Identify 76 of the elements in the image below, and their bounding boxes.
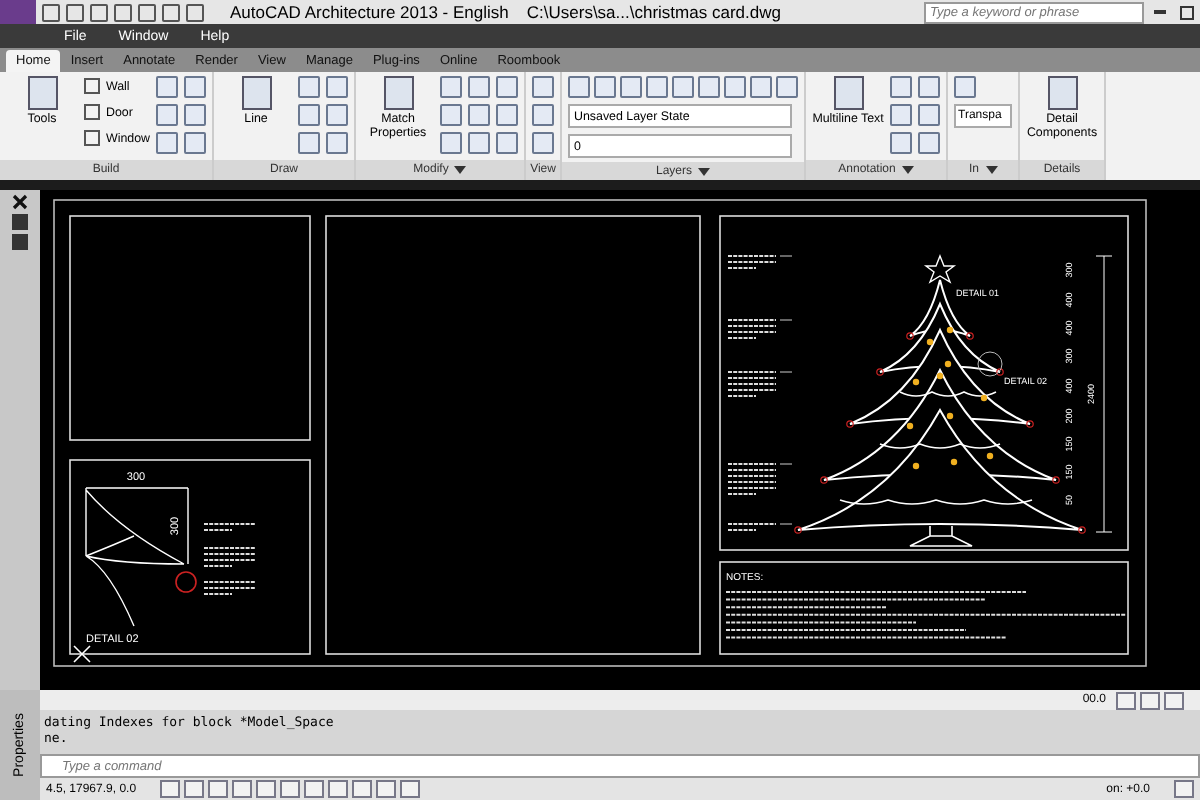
leader-line — [779, 371, 793, 373]
layer-tool-icon[interactable] — [646, 76, 669, 98]
tool-icon[interactable] — [918, 132, 941, 154]
tool-icon[interactable] — [890, 104, 913, 126]
ball-circle — [175, 571, 197, 593]
leader-line — [779, 523, 793, 525]
caret-icon[interactable] — [454, 166, 467, 174]
restore-icon[interactable] — [1176, 3, 1196, 21]
leader-line — [779, 255, 793, 257]
fine-print-drawing — [203, 523, 257, 531]
tool-icon[interactable] — [496, 132, 519, 154]
layer-tool-icon[interactable] — [750, 76, 773, 98]
fine-print-drawing — [727, 523, 777, 531]
status-tool-icon[interactable] — [1174, 780, 1194, 798]
tool-icon[interactable] — [440, 132, 463, 154]
status-toggle-icon[interactable] — [232, 780, 253, 798]
status-toggle-icon[interactable] — [352, 780, 373, 798]
fine-print-drawing — [203, 581, 257, 595]
tool-icon[interactable] — [298, 76, 321, 98]
tool-icon[interactable] — [532, 104, 555, 126]
tool-icon[interactable] — [468, 132, 491, 154]
tool-icon[interactable] — [326, 76, 349, 98]
layer-tool-icon[interactable] — [568, 76, 591, 98]
caret-icon[interactable] — [698, 167, 711, 175]
tool-icon[interactable] — [918, 76, 941, 98]
tool-icon[interactable] — [496, 76, 519, 98]
layer-tool-icon[interactable] — [672, 76, 695, 98]
tool-icon[interactable] — [326, 104, 349, 126]
tool-icon[interactable] — [156, 76, 179, 98]
caret-icon[interactable] — [985, 166, 998, 174]
status-toggle-icon[interactable] — [376, 780, 397, 798]
fine-print-drawing — [727, 319, 777, 339]
layer-tool-icon[interactable] — [698, 76, 721, 98]
tool-icon[interactable] — [532, 132, 555, 154]
fine-print-drawing — [727, 371, 777, 397]
status-toggle-icon[interactable] — [328, 780, 349, 798]
tool-icon[interactable] — [496, 104, 519, 126]
layer-tool-icon[interactable] — [620, 76, 643, 98]
tool-icon[interactable] — [156, 104, 179, 126]
fine-print-drawing — [203, 547, 257, 567]
status-toggle-icon[interactable] — [184, 780, 205, 798]
close-icon[interactable] — [12, 194, 28, 210]
branch-detail-drawing — [85, 487, 189, 627]
status-toggle-icon[interactable] — [280, 780, 301, 798]
status-toggle-icon[interactable] — [160, 780, 181, 798]
tool-icon[interactable] — [298, 132, 321, 154]
caret-icon[interactable] — [901, 166, 914, 174]
tool-icon[interactable] — [890, 132, 913, 154]
tool-icon[interactable] — [298, 104, 321, 126]
status-toggle-icon[interactable] — [400, 780, 421, 798]
status-toggle-icon[interactable] — [256, 780, 277, 798]
tool-icon[interactable] — [440, 104, 463, 126]
leader-line — [779, 463, 793, 465]
file-path: C:\Users\sa...\christmas card.dwg — [526, 2, 781, 22]
window-title: AutoCAD Architecture 2013 - English — [230, 2, 509, 22]
tool-icon[interactable] — [954, 76, 977, 98]
tool-icon[interactable] — [184, 76, 207, 98]
layer-tool-icon[interactable] — [776, 76, 799, 98]
tool-icon[interactable] — [468, 104, 491, 126]
status-toggle-icon[interactable] — [304, 780, 325, 798]
tool-icon[interactable] — [440, 76, 463, 98]
layer-tool-icon[interactable] — [724, 76, 747, 98]
leader-line — [779, 319, 793, 321]
tool-icon[interactable] — [184, 132, 207, 154]
tool-icon[interactable] — [184, 104, 207, 126]
fine-print-drawing — [727, 255, 777, 269]
tool-icon[interactable] — [918, 104, 941, 126]
tool-icon[interactable] — [532, 76, 555, 98]
fine-print-drawing — [727, 463, 777, 495]
tool-icon[interactable] — [326, 132, 349, 154]
status-toggle-icon[interactable] — [208, 780, 229, 798]
ucs-icon — [73, 645, 91, 663]
layer-tool-icon[interactable] — [594, 76, 617, 98]
tool-icon[interactable] — [468, 76, 491, 98]
tool-icon[interactable] — [890, 76, 913, 98]
tool-icon[interactable] — [156, 132, 179, 154]
